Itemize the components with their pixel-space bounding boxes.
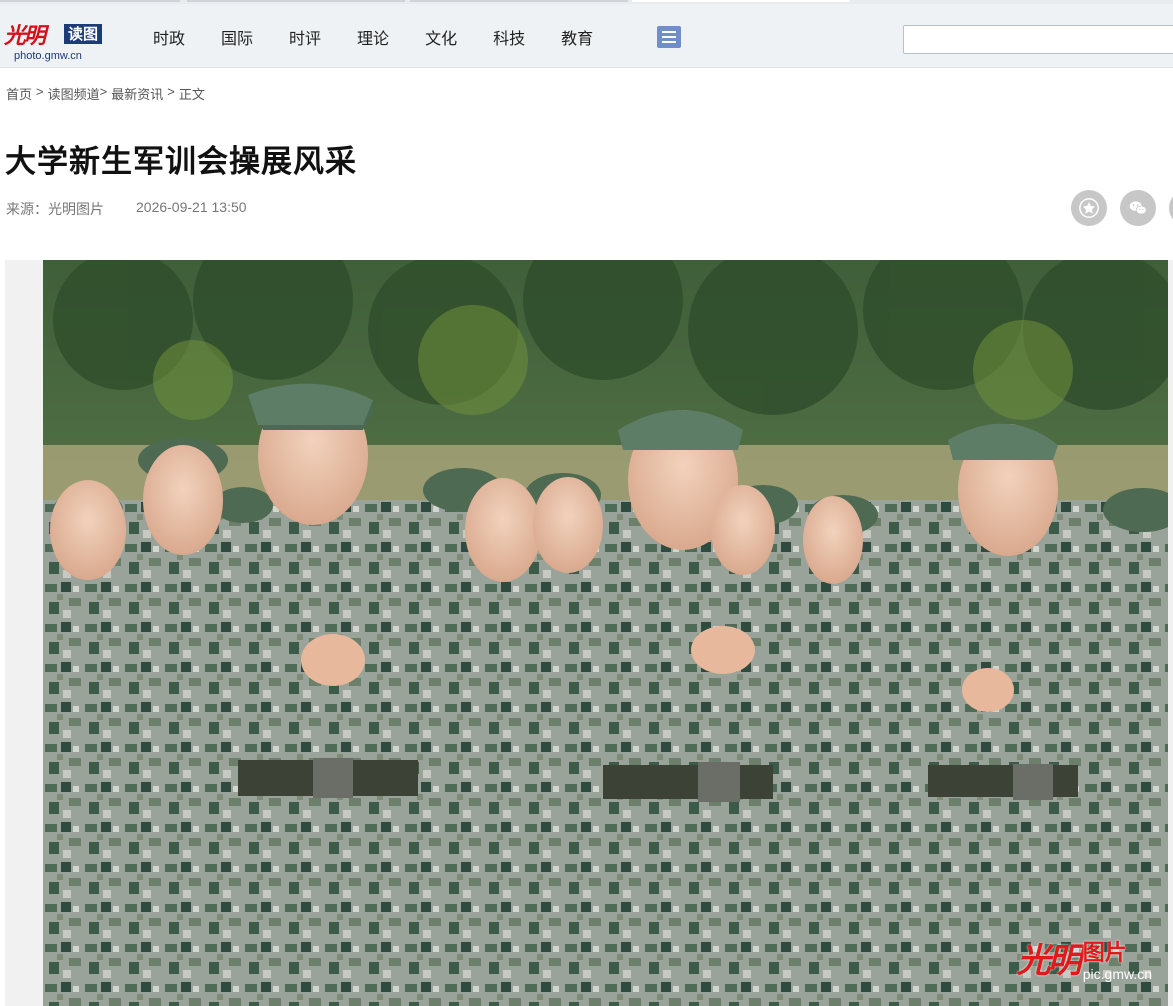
article-photo: 光明 图片 pic.gmw.cn: [43, 260, 1168, 1006]
menu-list-icon[interactable]: [657, 26, 681, 48]
nav-item-politics[interactable]: 时政: [153, 28, 185, 50]
favorite-star-icon[interactable]: [1071, 190, 1107, 226]
article-meta: 来源：光明图片 2026-09-21 13:50: [6, 199, 247, 219]
article-date: 2026-09-21 13:50: [136, 199, 247, 215]
nav-item-theory[interactable]: 理论: [357, 28, 389, 50]
site-header: 光明 读图 photo.gmw.cn 时政 国际 时评 理论 文化 科技 教育: [0, 4, 1173, 68]
breadcrumb-separator: >: [99, 84, 108, 99]
main-nav: 时政 国际 时评 理论 文化 科技 教育: [153, 28, 629, 50]
logo-mark: 光明: [4, 23, 46, 49]
search-input[interactable]: [903, 25, 1173, 54]
watermark-url: pic.gmw.cn: [1082, 966, 1152, 982]
site-logo[interactable]: 光明 读图 photo.gmw.cn: [4, 18, 110, 64]
nav-item-international[interactable]: 国际: [221, 28, 253, 50]
breadcrumb-latest-news[interactable]: 最新资讯: [111, 84, 163, 103]
nav-item-technology[interactable]: 科技: [493, 28, 525, 50]
nav-item-culture[interactable]: 文化: [425, 28, 457, 50]
nav-item-education[interactable]: 教育: [561, 28, 593, 50]
article-title: 大学新生军训会操展风采: [5, 144, 357, 180]
breadcrumb-separator: >: [36, 84, 44, 99]
photo-watermark: 光明 图片 pic.gmw.cn: [1017, 933, 1152, 982]
breadcrumb-photo-channel[interactable]: 读图频道: [48, 84, 100, 103]
breadcrumb-current: 正文: [178, 87, 205, 102]
photo-military-training-students: [43, 260, 1168, 1006]
watermark-logo-mark: 光明: [1016, 941, 1082, 981]
article-source: 来源：光明图片: [6, 201, 104, 217]
nav-item-commentary[interactable]: 时评: [289, 28, 321, 50]
share-icon-partial[interactable]: [1169, 190, 1173, 226]
breadcrumb-separator: >: [167, 84, 175, 99]
breadcrumb-home[interactable]: 首页: [6, 84, 32, 103]
watermark-word: 图片: [1082, 941, 1127, 966]
logo-url: photo.gmw.cn: [14, 50, 82, 62]
wechat-icon[interactable]: [1120, 190, 1156, 226]
logo-channel-name: 读图: [64, 24, 103, 44]
breadcrumb: 首页 > 读图频道 > 最新资讯 > 正文: [6, 84, 205, 103]
